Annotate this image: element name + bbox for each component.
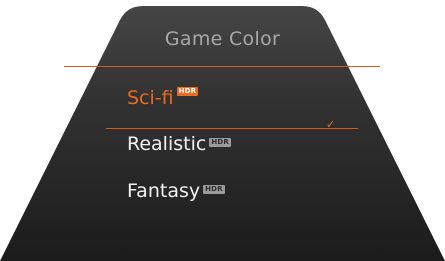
menu-item-realistic[interactable]: Realistic HDR — [127, 128, 231, 160]
menu-item-fantasy[interactable]: Fantasy HDR — [127, 175, 225, 207]
game-color-menu: Game Color Sci-fi HDR ✓ Realistic HDR Fa… — [0, 0, 445, 261]
menu-item-label: Realistic — [127, 133, 207, 155]
menu-item-label: Fantasy — [127, 180, 201, 202]
menu-item-label: Sci-fi — [127, 87, 174, 109]
hdr-badge-icon: HDR — [209, 137, 231, 147]
title-divider — [64, 66, 380, 67]
checkmark-icon: ✓ — [326, 118, 336, 131]
hdr-badge-icon: HDR — [203, 184, 225, 194]
menu-item-sci-fi[interactable]: Sci-fi HDR — [127, 82, 199, 114]
menu-title: Game Color — [164, 28, 281, 50]
hdr-badge-icon: HDR — [176, 86, 199, 96]
